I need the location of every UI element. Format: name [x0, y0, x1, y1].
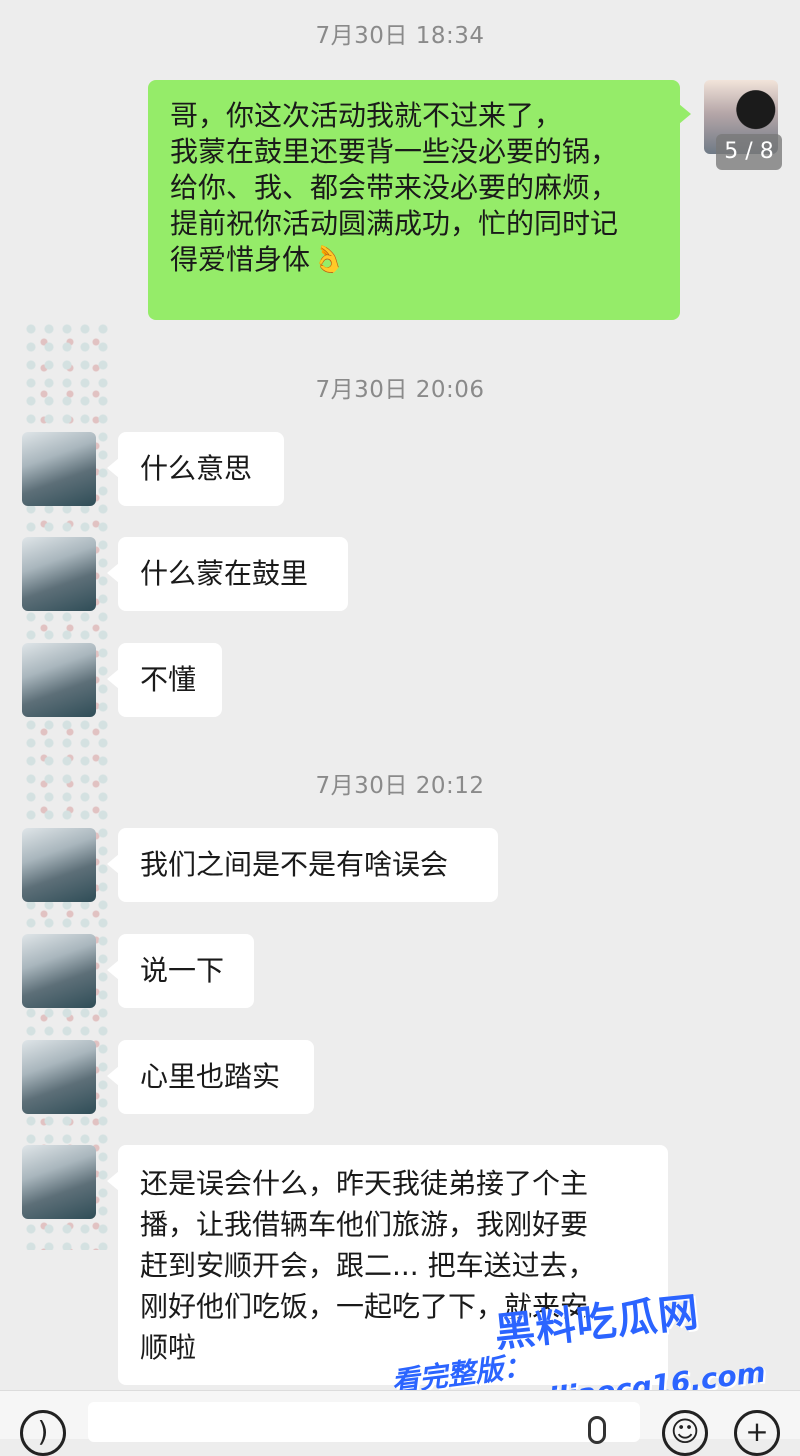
message-text: 不懂 [140, 663, 197, 696]
message-line: 还是误会什么，昨天我徒弟接了个主 [140, 1167, 589, 1200]
emoji-icon[interactable]: ☺ [662, 1410, 708, 1456]
microphone-icon[interactable] [588, 1416, 606, 1444]
message-text: 心里也踏实 [140, 1060, 281, 1093]
incoming-message[interactable]: 我们之间是不是有啥误会 [107, 828, 498, 902]
timestamp: 7月30日 20:06 [315, 377, 485, 403]
incoming-message[interactable]: 说一下 [107, 934, 254, 1008]
message-text: 说一下 [140, 954, 225, 987]
message-line: 我蒙在鼓里还要背一些没必要的锅， [170, 135, 619, 168]
message-line: 赶到安顺开会，跟二... 把车送过去， [140, 1249, 596, 1282]
message-line: 播，让我借辆车他们旅游，我刚好要 [140, 1208, 589, 1241]
message-line: 哥，你这次活动我就不过来了， [170, 99, 563, 132]
photo-counter: 5 / 8 [716, 134, 782, 170]
voice-icon[interactable]: ) [20, 1410, 66, 1456]
contact-avatar[interactable] [22, 537, 96, 611]
message-text: 什么意思 [140, 452, 253, 485]
incoming-message[interactable]: 什么意思 [107, 432, 284, 506]
message-text: 我们之间是不是有啥误会 [140, 848, 449, 881]
message-line: 给你、我、都会带来没必要的麻烦， [170, 171, 619, 204]
message-line: 提前祝你活动圆满成功，忙的同时记 [170, 207, 619, 240]
contact-avatar[interactable] [22, 432, 96, 506]
message-text: 什么蒙在鼓里 [140, 557, 309, 590]
contact-avatar[interactable] [22, 1145, 96, 1219]
incoming-message[interactable]: 心里也踏实 [107, 1040, 314, 1114]
incoming-message[interactable]: 不懂 [107, 643, 222, 717]
plus-icon[interactable]: + [734, 1410, 780, 1456]
message-input[interactable] [88, 1402, 640, 1442]
ok-hand-emoji: 👌 [305, 238, 350, 281]
contact-avatar[interactable] [22, 934, 96, 1008]
message-line: 得爱惜身体👌 [170, 238, 350, 281]
timestamp: 7月30日 20:12 [315, 773, 485, 799]
incoming-message[interactable]: 什么蒙在鼓里 [107, 537, 348, 611]
timestamp: 7月30日 18:34 [315, 23, 485, 49]
contact-avatar[interactable] [22, 1040, 96, 1114]
contact-avatar[interactable] [22, 828, 96, 902]
contact-avatar[interactable] [22, 643, 96, 717]
outgoing-message[interactable]: 哥，你这次活动我就不过来了， 我蒙在鼓里还要背一些没必要的锅， 给你、我、都会带… [148, 80, 691, 320]
